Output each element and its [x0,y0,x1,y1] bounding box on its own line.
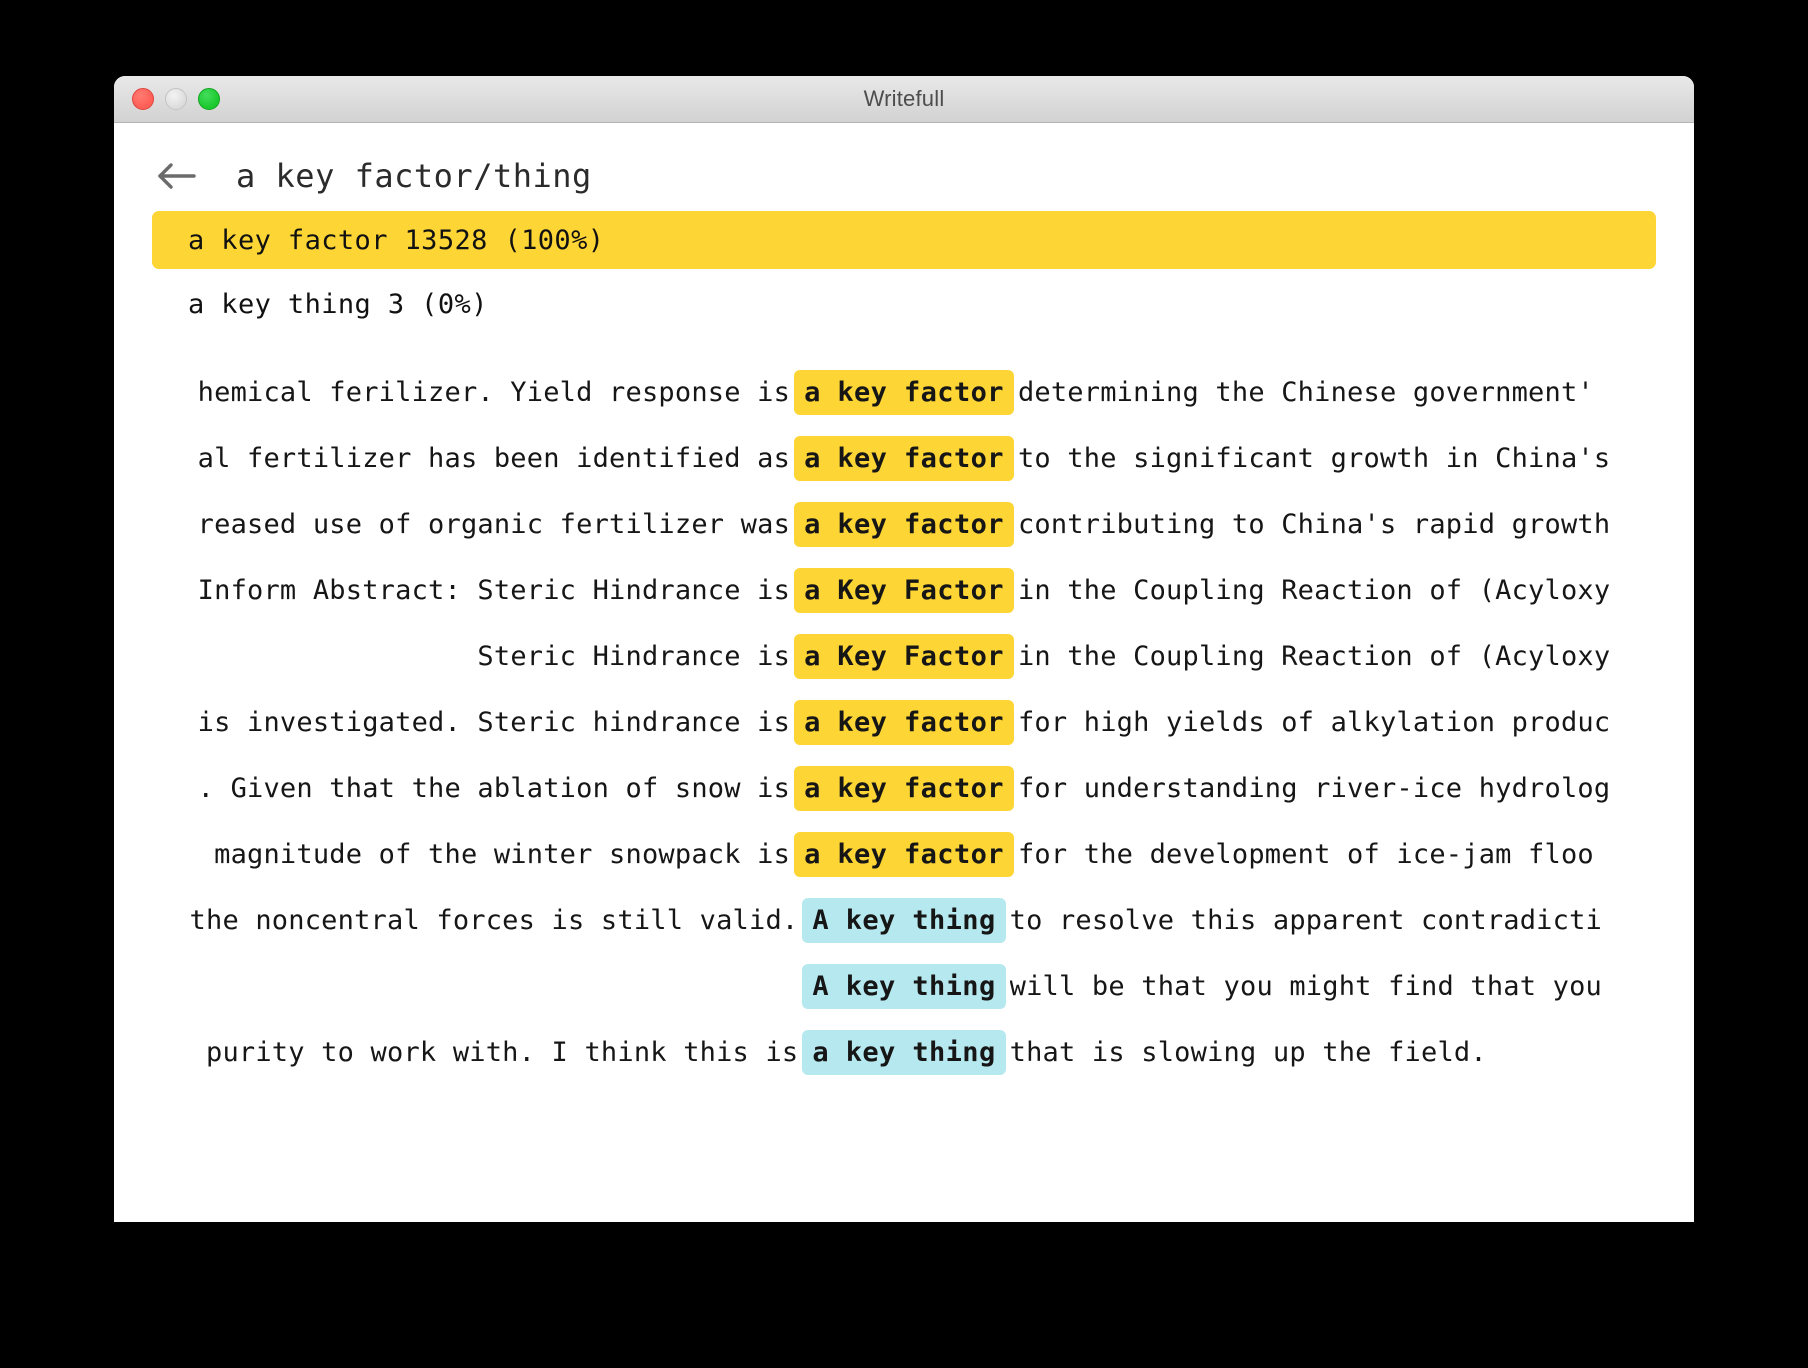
line-right-context: to resolve this apparent contradicti [1009,904,1603,936]
line-right-context: in the Coupling Reaction of (Acyloxy [1017,574,1611,606]
concordance-line[interactable]: hemical ferilizer. Yield response is a k… [114,359,1694,425]
app-window: Writefull a key factor/thing a key facto… [114,76,1694,1222]
line-right-context: contributing to China's rapid growth [1017,508,1611,540]
minimize-button[interactable] [165,88,187,110]
line-left-context: reased use of organic fertilizer was [197,508,791,540]
line-left-context: magnitude of the winter snowpack is [214,838,791,870]
line-left-context [178,971,798,1002]
concordance-line[interactable]: Inform Abstract: Steric Hindrance is a K… [114,557,1694,623]
line-left-context: hemical ferilizer. Yield response is [197,376,791,408]
close-button[interactable] [132,88,154,110]
line-left-context: al fertilizer has been identified as [197,442,791,474]
line-keyword: a key thing [802,1029,1006,1075]
back-arrow-icon[interactable] [154,155,200,197]
line-left-context: Inform Abstract: Steric Hindrance is [197,574,791,606]
concordance-line[interactable]: al fertilizer has been identified as a k… [114,425,1694,491]
line-keyword: a Key Factor [794,567,1014,613]
line-keyword: a key factor [794,369,1014,415]
concordance-line[interactable]: A key thing will be that you might find … [114,953,1694,1019]
line-left-context: the noncentral forces is still valid. [189,904,799,936]
line-keyword: A key thing [802,897,1006,943]
window-titlebar: Writefull [114,76,1694,123]
result-label: a key thing 3 (0%) [188,288,488,320]
line-keyword: a key factor [794,831,1014,877]
line-keyword: a key factor [794,435,1014,481]
header-row: a key factor/thing [114,123,1694,195]
line-right-context: for the development of ice-jam floo [1017,838,1594,870]
line-right-context: for high yields of alkylation produc [1017,706,1611,738]
line-left-context: . Given that the ablation of snow is [197,772,791,804]
window-title: Writefull [863,86,945,111]
result-label: a key factor 13528 (100%) [188,224,605,256]
concordance-line[interactable]: . Given that the ablation of snow is a k… [114,755,1694,821]
result-row-a-key-factor[interactable]: a key factor 13528 (100%) [152,211,1656,269]
line-right-context: that is slowing up the field. [1009,1036,1487,1068]
line-right-context: for understanding river-ice hydrolog [1017,772,1611,804]
line-keyword: a Key Factor [794,633,1014,679]
result-list: a key factor 13528 (100%) a key thing 3 … [114,211,1694,333]
concordance-line[interactable]: purity to work with. I think this is a k… [114,1019,1694,1085]
result-row-a-key-thing[interactable]: a key thing 3 (0%) [152,275,1656,333]
concordance-line[interactable]: is investigated. Steric hindrance is a k… [114,689,1694,755]
window-controls [132,76,220,122]
window-content: a key factor/thing a key factor 13528 (1… [114,123,1694,1222]
line-right-context: will be that you might find that you [1009,970,1603,1002]
line-left-context: Steric Hindrance is [477,640,791,672]
line-keyword: a key factor [794,501,1014,547]
line-left-context: is investigated. Steric hindrance is [197,706,791,738]
concordance-line[interactable]: the noncentral forces is still valid. A … [114,887,1694,953]
zoom-button[interactable] [198,88,220,110]
page-title: a key factor/thing [236,157,592,195]
screen: Writefull a key factor/thing a key facto… [0,0,1808,1368]
concordance-line[interactable]: Steric Hindrance is a Key Factor in the … [114,623,1694,689]
line-right-context: in the Coupling Reaction of (Acyloxy [1017,640,1611,672]
line-right-context: determining the Chinese government' [1017,376,1594,408]
concordance-line[interactable]: magnitude of the winter snowpack is a ke… [114,821,1694,887]
line-keyword: A key thing [802,963,1006,1009]
line-keyword: a key factor [794,699,1014,745]
concordance-line[interactable]: reased use of organic fertilizer was a k… [114,491,1694,557]
line-keyword: a key factor [794,765,1014,811]
line-left-context: purity to work with. I think this is [205,1036,799,1068]
line-right-context: to the significant growth in China's [1017,442,1611,474]
concordance-list: hemical ferilizer. Yield response is a k… [114,359,1694,1085]
